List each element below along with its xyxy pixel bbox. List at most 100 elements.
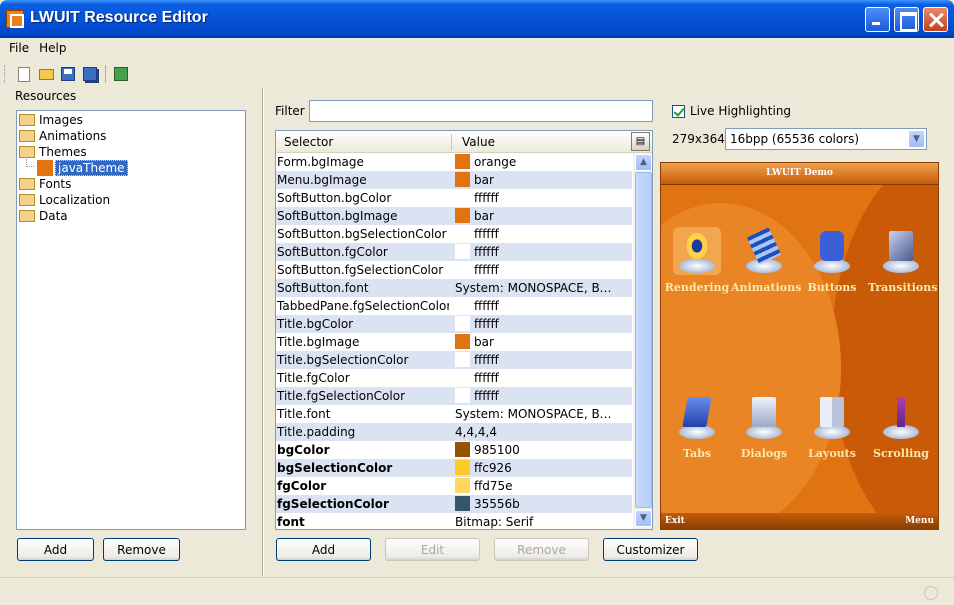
table-row[interactable]: Title.bgSelectionColor ffffff bbox=[276, 351, 632, 369]
checkbox-checked-icon[interactable] bbox=[672, 104, 685, 118]
selector-cell: bgSelectionColor bbox=[277, 461, 393, 475]
tree-item-label: Themes bbox=[39, 145, 87, 159]
preview-item-transitions[interactable]: Transitions bbox=[868, 227, 937, 294]
remove-entry-button[interactable]: Remove bbox=[494, 538, 589, 561]
tabs-glyph bbox=[682, 397, 712, 427]
table-row[interactable]: font Bitmap: Serif bbox=[276, 513, 632, 529]
table-row[interactable]: Title.bgImage bar bbox=[276, 333, 632, 351]
theme-table[interactable]: Selector Value ▤ Form.bgImage orange Menu.… bbox=[275, 130, 653, 530]
add-entry-button[interactable]: Add bbox=[276, 538, 371, 561]
add-resource-button[interactable]: Add bbox=[17, 538, 94, 561]
table-row[interactable]: bgSelectionColor ffc926 bbox=[276, 459, 632, 477]
edit-entry-button[interactable]: Edit bbox=[385, 538, 480, 561]
tree-item-themes[interactable]: Themes bbox=[19, 144, 87, 160]
column-header-selector[interactable]: Selector bbox=[284, 135, 333, 149]
preview-menu-softkey[interactable]: Menu bbox=[905, 516, 934, 526]
tabs-icon bbox=[673, 393, 721, 441]
color-swatch bbox=[455, 208, 470, 223]
preview-item-layouts[interactable]: Layouts bbox=[799, 393, 865, 460]
table-row[interactable]: Title.padding 4,4,4,4 bbox=[276, 423, 632, 441]
pedestal-icon bbox=[883, 259, 919, 273]
exit-button[interactable] bbox=[110, 63, 132, 85]
table-row[interactable]: bgColor 985100 bbox=[276, 441, 632, 459]
title-bar[interactable]: LWUIT Resource Editor bbox=[0, 0, 954, 38]
toolbar-separator bbox=[105, 65, 106, 83]
color-depth-select[interactable]: 16bpp (65536 colors) ▼ bbox=[725, 128, 927, 150]
preview-item-animations[interactable]: Animations bbox=[731, 227, 801, 294]
tree-item-label: Images bbox=[39, 113, 83, 127]
tree-item-data[interactable]: Data bbox=[19, 208, 68, 224]
table-row[interactable]: SoftButton.fgColor ffffff bbox=[276, 243, 632, 261]
table-row[interactable]: Title.fgColor ffffff bbox=[276, 369, 632, 387]
customizer-button[interactable]: Customizer bbox=[603, 538, 698, 561]
tree-item-label: Data bbox=[39, 209, 68, 223]
table-row[interactable]: Menu.bgImage bar bbox=[276, 171, 632, 189]
trans-glyph bbox=[889, 231, 913, 261]
scroll-thumb[interactable] bbox=[635, 172, 652, 508]
save-button[interactable] bbox=[57, 63, 79, 85]
color-depth-value: 16bpp (65536 colors) bbox=[730, 132, 860, 146]
buttons-icon bbox=[808, 227, 856, 275]
color-swatch bbox=[455, 262, 470, 277]
value-cell: ffffff bbox=[474, 317, 499, 331]
toolbar-grip[interactable] bbox=[4, 65, 7, 83]
preview-item-rendering[interactable]: Rendering bbox=[664, 227, 730, 294]
column-separator[interactable] bbox=[451, 134, 452, 150]
selector-cell: Title.fgColor bbox=[277, 371, 350, 385]
table-row[interactable]: Title.font System: MONOSPACE, BOLD... bbox=[276, 405, 632, 423]
new-button[interactable] bbox=[13, 63, 35, 85]
resize-grip-icon[interactable] bbox=[924, 586, 938, 600]
value-cell: orange bbox=[474, 155, 517, 169]
table-row[interactable]: SoftButton.fgSelectionColor ffffff bbox=[276, 261, 632, 279]
pedestal-icon bbox=[814, 425, 850, 439]
scroll-up-icon[interactable]: ▲ bbox=[635, 154, 652, 171]
rendering-icon bbox=[673, 227, 721, 275]
live-highlighting-checkbox[interactable]: Live Highlighting bbox=[672, 104, 791, 118]
table-row[interactable]: TabbedPane.fgSelectionColor ffffff bbox=[276, 297, 632, 315]
chevron-down-icon[interactable]: ▼ bbox=[908, 130, 925, 148]
color-swatch bbox=[455, 496, 470, 511]
table-row[interactable]: fgColor ffd75e bbox=[276, 477, 632, 495]
selector-cell: SoftButton.fgSelectionColor bbox=[277, 263, 444, 277]
save-as-button[interactable] bbox=[79, 63, 101, 85]
close-button[interactable] bbox=[923, 7, 948, 32]
dialogs-icon bbox=[740, 393, 788, 441]
resources-tree[interactable]: Images Animations Themes javaTheme Fonts… bbox=[16, 110, 246, 530]
table-row[interactable]: fgSelectionColor 35556b bbox=[276, 495, 632, 513]
selector-cell: Menu.bgImage bbox=[277, 173, 367, 187]
tree-item-localization[interactable]: Localization bbox=[19, 192, 110, 208]
scroll-down-icon[interactable]: ▼ bbox=[635, 510, 652, 527]
table-row[interactable]: Form.bgImage orange bbox=[276, 153, 632, 171]
table-row[interactable]: SoftButton.font System: MONOSPACE, BOLD..… bbox=[276, 279, 632, 297]
split-divider[interactable] bbox=[262, 88, 264, 576]
table-row[interactable]: SoftButton.bgSelectionColor ffffff bbox=[276, 225, 632, 243]
remove-resource-button[interactable]: Remove bbox=[103, 538, 180, 561]
preview-item-buttons[interactable]: Buttons bbox=[799, 227, 865, 294]
tree-item-javatheme[interactable]: javaTheme bbox=[37, 160, 128, 176]
preview-item-scrolling[interactable]: Scrolling bbox=[868, 393, 934, 460]
filter-input[interactable] bbox=[309, 100, 653, 122]
value-cell: Bitmap: Serif bbox=[455, 515, 534, 529]
open-button[interactable] bbox=[35, 63, 57, 85]
table-scrollbar[interactable]: ▲ ▼ bbox=[633, 153, 652, 529]
maximize-button[interactable] bbox=[894, 7, 919, 32]
device-preview[interactable]: LWUIT Demo Rendering Animations Buttons Tra… bbox=[660, 162, 939, 530]
table-row[interactable]: Title.fgSelectionColor ffffff bbox=[276, 387, 632, 405]
tree-item-animations[interactable]: Animations bbox=[19, 128, 106, 144]
preview-item-label: Dialogs bbox=[740, 447, 788, 460]
preview-exit-softkey[interactable]: Exit bbox=[665, 516, 685, 526]
table-row[interactable]: SoftButton.bgImage bar bbox=[276, 207, 632, 225]
menu-help[interactable]: Help bbox=[34, 38, 71, 60]
preview-item-dialogs[interactable]: Dialogs bbox=[731, 393, 797, 460]
preview-item-tabs[interactable]: Tabs bbox=[664, 393, 730, 460]
table-row[interactable]: SoftButton.bgColor ffffff bbox=[276, 189, 632, 207]
column-header-value[interactable]: Value bbox=[462, 135, 495, 149]
column-chooser-icon[interactable]: ▤ bbox=[631, 132, 650, 151]
tree-item-fonts[interactable]: Fonts bbox=[19, 176, 71, 192]
table-row[interactable]: Title.bgColor ffffff bbox=[276, 315, 632, 333]
folder-icon bbox=[19, 178, 35, 190]
menu-file[interactable]: File bbox=[4, 38, 34, 60]
tree-item-images[interactable]: Images bbox=[19, 112, 83, 128]
color-swatch bbox=[455, 370, 470, 385]
minimize-button[interactable] bbox=[865, 7, 890, 32]
